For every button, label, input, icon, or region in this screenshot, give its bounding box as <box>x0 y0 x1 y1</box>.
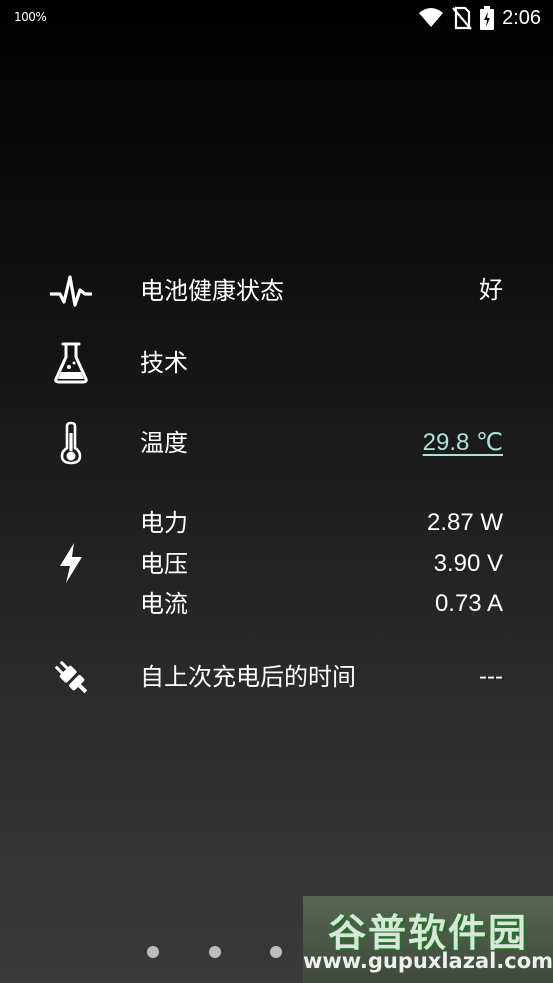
current-label: 电流 <box>140 590 188 618</box>
status-icons: 2:06 <box>418 6 541 30</box>
battery-percent-text: 100% <box>14 10 47 24</box>
flask-icon <box>48 340 94 386</box>
thermometer-icon <box>48 420 94 466</box>
status-bar: 100% 2:06 <box>0 0 553 38</box>
heartbeat-icon <box>48 268 94 314</box>
temperature-label: 温度 <box>140 429 188 457</box>
power-label: 电力 <box>140 509 188 537</box>
battery-charging-icon <box>480 6 495 30</box>
voltage-label: 电压 <box>140 550 188 578</box>
power-value: 2.87 W <box>426 509 503 536</box>
no-sim-icon <box>452 6 472 30</box>
plug-icon <box>48 654 94 700</box>
page-dot[interactable] <box>270 946 282 958</box>
lightning-icon <box>48 540 94 586</box>
voltage-value: 3.90 V <box>433 550 503 577</box>
watermark: 谷普软件园 www.gupuxlazal.com <box>303 896 553 983</box>
wifi-icon <box>418 7 444 29</box>
page-dot[interactable] <box>147 946 159 958</box>
temperature-value[interactable]: 29.8 ℃ <box>423 428 503 458</box>
technology-label: 技术 <box>140 349 188 377</box>
current-value: 0.73 A <box>434 590 503 617</box>
watermark-url: www.gupuxlazal.com <box>303 949 553 973</box>
since-charge-label: 自上次充电后的时间 <box>140 663 356 691</box>
battery-health-value: 好 <box>479 277 503 304</box>
since-charge-value: --- <box>479 663 503 690</box>
battery-health-label: 电池健康状态 <box>140 277 284 305</box>
status-time: 2:06 <box>502 6 541 29</box>
page-dot[interactable] <box>209 946 221 958</box>
